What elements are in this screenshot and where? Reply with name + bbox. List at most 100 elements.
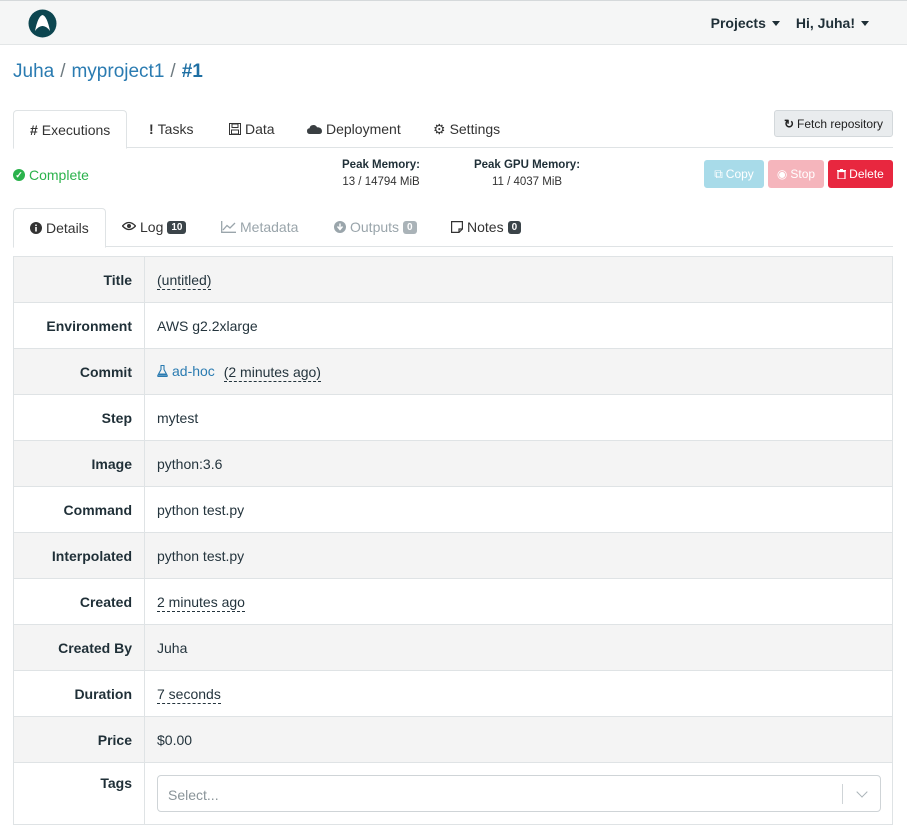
tab-label: Outputs: [350, 219, 400, 235]
select-divider: [842, 784, 843, 804]
info-icon: [30, 222, 42, 234]
tags-select-placeholder: Select...: [168, 787, 219, 803]
tab-metadata[interactable]: Metadata: [205, 208, 314, 247]
table-row: Commit ad-hoc (2 minutes ago): [13, 348, 893, 395]
detail-value-cell: ad-hoc (2 minutes ago): [144, 348, 893, 395]
detail-value-cell: (untitled): [144, 256, 893, 303]
breadcrumb-separator: /: [60, 61, 66, 82]
table-row: Environment AWS g2.2xlarge: [13, 302, 893, 349]
tab-log[interactable]: Log 10: [106, 208, 202, 247]
table-row: Created By Juha: [13, 624, 893, 671]
interpolated-value: python test.py: [144, 532, 893, 579]
tab-label: Log: [140, 219, 164, 235]
detail-key: Duration: [13, 670, 145, 717]
detail-key: Image: [13, 440, 145, 487]
peak-memory-stat: Peak Memory: 13 / 14794 MiB: [332, 159, 430, 188]
note-icon: [451, 221, 463, 233]
tab-settings[interactable]: ⚙ Settings: [417, 110, 516, 148]
user-menu-dropdown[interactable]: Hi, Juha!: [796, 15, 869, 31]
outputs-count-badge: 0: [403, 221, 417, 234]
detail-value-cell: Select...: [144, 762, 893, 825]
detail-key: Tags: [13, 762, 145, 825]
check-circle-icon: ✓: [13, 169, 25, 181]
table-row: Title (untitled): [13, 256, 893, 303]
chevron-down-icon[interactable]: [856, 786, 868, 798]
tab-label: Executions: [41, 122, 111, 138]
tab-label: Details: [46, 220, 89, 236]
price-value: $0.00: [144, 716, 893, 763]
eye-icon: [122, 221, 136, 231]
tags-select[interactable]: Select...: [157, 775, 881, 812]
project-tabs: # Executions ! Tasks Data Deployment ⚙ S…: [13, 110, 893, 149]
tab-label: Notes: [467, 219, 504, 235]
stop-button[interactable]: ◉ Stop: [768, 160, 824, 188]
user-greeting: Hi, Juha!: [795, 15, 855, 31]
projects-label: Projects: [710, 15, 766, 31]
detail-key: Command: [13, 486, 145, 533]
chart-icon: [221, 221, 236, 233]
execution-details-table: Title (untitled) Environment AWS g2.2xla…: [13, 256, 893, 825]
tab-tasks[interactable]: ! Tasks: [133, 110, 209, 148]
cloud-icon: [307, 123, 322, 135]
commit-time[interactable]: (2 minutes ago): [223, 364, 321, 382]
peak-gpu-memory-stat: Peak GPU Memory: 11 / 4037 MiB: [466, 159, 588, 188]
status-label: Complete: [29, 167, 89, 183]
copy-button[interactable]: ⧉ Copy: [704, 160, 764, 188]
log-count-badge: 10: [167, 221, 187, 234]
table-row: Step mytest: [13, 394, 893, 441]
table-row: Created 2 minutes ago: [13, 578, 893, 625]
delete-button[interactable]: Delete: [828, 160, 893, 188]
tab-executions[interactable]: # Executions: [13, 110, 128, 149]
tab-outputs[interactable]: Outputs 0: [318, 208, 433, 247]
delete-label: Delete: [849, 167, 884, 181]
fetch-repository-label: Fetch repository: [797, 116, 884, 131]
image-value: python:3.6: [144, 440, 893, 487]
flask-icon: [157, 365, 168, 377]
environment-value: AWS g2.2xlarge: [144, 302, 893, 349]
chevron-down-icon: [861, 20, 869, 26]
copy-icon: ⧉: [714, 166, 723, 181]
table-row: Duration 7 seconds: [13, 670, 893, 717]
detail-key: Commit: [13, 348, 145, 395]
tab-details[interactable]: Details: [13, 208, 106, 248]
projects-dropdown[interactable]: Projects: [711, 15, 780, 31]
chevron-down-icon: [771, 20, 780, 26]
valohai-logo-icon[interactable]: [28, 9, 57, 38]
breadcrumb-project-link[interactable]: myproject1: [71, 61, 164, 83]
tab-notes[interactable]: Notes 0: [435, 208, 537, 247]
download-circle-icon: [334, 221, 346, 233]
duration-value[interactable]: 7 seconds: [157, 685, 221, 704]
notes-count-badge: 0: [507, 221, 522, 234]
tab-label: Data: [245, 121, 275, 137]
detail-key: Created By: [13, 624, 145, 671]
detail-key: Created: [13, 578, 145, 625]
table-row: Command python test.py: [13, 486, 893, 533]
step-value: mytest: [144, 394, 893, 441]
detail-key: Environment: [13, 302, 145, 349]
detail-value-cell: 2 minutes ago: [144, 578, 893, 625]
detail-key: Step: [13, 394, 145, 441]
commit-link[interactable]: ad-hoc: [157, 363, 215, 379]
hash-icon: #: [30, 122, 38, 138]
title-value[interactable]: (untitled): [157, 271, 212, 290]
table-row: Interpolated python test.py: [13, 532, 893, 579]
table-row: Image python:3.6: [13, 440, 893, 487]
table-row: Price $0.00: [13, 716, 893, 763]
fetch-repository-button[interactable]: ↻ Fetch repository: [774, 110, 893, 137]
tab-data[interactable]: Data: [213, 110, 291, 148]
execution-tabs: Details Log 10 Metadata Outputs 0 Notes …: [13, 208, 893, 248]
tab-deployment[interactable]: Deployment: [291, 110, 417, 148]
created-value[interactable]: 2 minutes ago: [157, 593, 245, 612]
commit-label: ad-hoc: [172, 363, 215, 379]
stop-label: Stop: [790, 167, 816, 181]
breadcrumb: Juha / myproject1 / #1: [13, 61, 203, 83]
tab-label: Tasks: [157, 121, 194, 137]
breadcrumb-execution-number[interactable]: #1: [182, 61, 203, 83]
detail-key: Price: [13, 716, 145, 763]
detail-key: Interpolated: [13, 532, 145, 579]
refresh-icon: ↻: [783, 116, 794, 131]
peak-memory-label: Peak Memory:: [342, 159, 420, 171]
breadcrumb-owner-link[interactable]: Juha: [13, 61, 54, 83]
gear-icon: ⚙: [433, 121, 446, 137]
detail-value-cell: 7 seconds: [144, 670, 893, 717]
